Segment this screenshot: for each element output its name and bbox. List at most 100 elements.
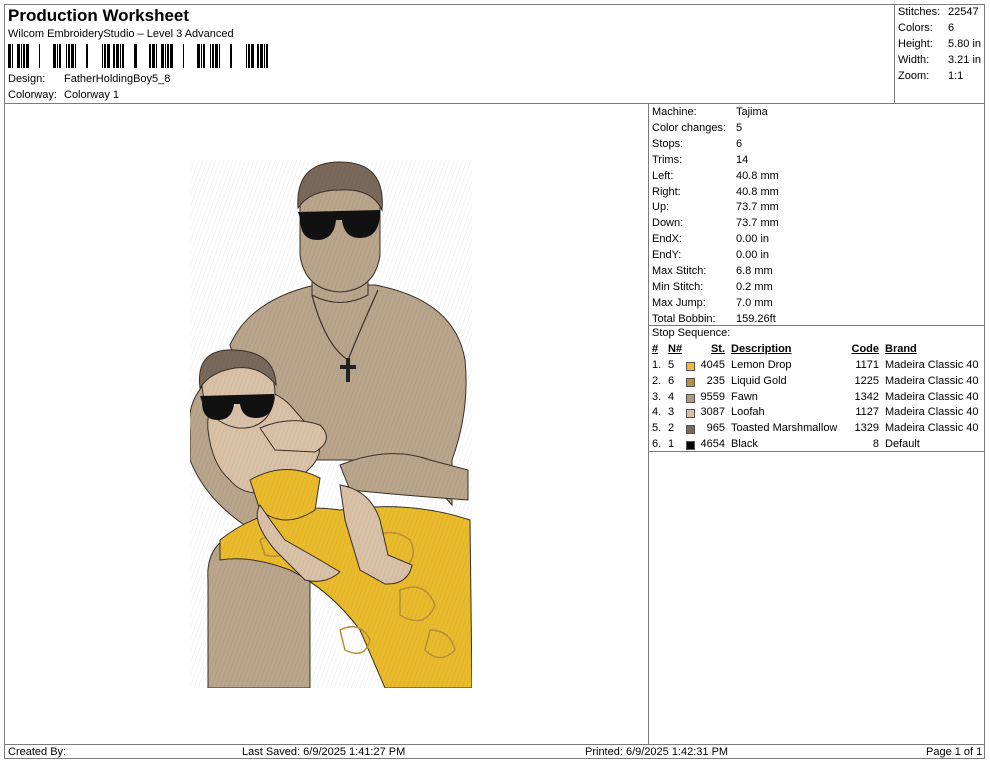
- color-swatch: [686, 409, 695, 419]
- embroidery-design-preview: [190, 160, 472, 688]
- summary-divider: [894, 5, 895, 103]
- machine-info-value: 6: [736, 137, 743, 150]
- summary-label: Height:: [898, 38, 933, 50]
- thread-description: Fawn: [731, 390, 758, 403]
- machine-info-label: Up:: [652, 201, 670, 214]
- summary-label: Stitches:: [898, 6, 941, 18]
- machine-info-value: 6.8 mm: [736, 265, 773, 277]
- header-divider: [5, 103, 985, 104]
- machine-info-value: 0.2 mm: [736, 280, 773, 293]
- thread-code: 8: [872, 438, 879, 450]
- page-title: Production Worksheet: [8, 6, 190, 25]
- thread-brand: Madeira Classic 40: [885, 406, 979, 419]
- machine-info-label: Total Bobbin:: [652, 312, 716, 325]
- created-by: Created By:: [8, 746, 67, 758]
- color-swatch: [686, 425, 695, 435]
- machine-info-value: 7.0 mm: [736, 296, 773, 309]
- machine-info-value: 159.26ft: [736, 312, 776, 325]
- thread-brand: Madeira Classic 40: [885, 359, 979, 371]
- stitch-count: 4654: [700, 438, 725, 450]
- summary-label: Zoom:: [898, 70, 930, 82]
- design-info-divider: [648, 103, 649, 744]
- col-header-code: Code: [851, 343, 880, 355]
- stop-sequence-title: Stop Sequence:: [652, 327, 731, 339]
- stop-index: 3.: [652, 390, 662, 403]
- machine-info-value: 0.00 in: [736, 249, 770, 262]
- stop-index: 4.: [652, 406, 662, 419]
- stop-index: 2.: [652, 374, 662, 387]
- machine-info-value: 14: [736, 153, 749, 166]
- col-header-brand: Brand: [885, 343, 917, 355]
- summary-label: Width:: [898, 54, 930, 66]
- machine-info-value: 40.8 mm: [736, 169, 779, 182]
- machine-info-label: Right:: [652, 185, 681, 198]
- thread-brand: Madeira Classic 40: [885, 374, 979, 387]
- col-header-number: #: [652, 343, 659, 355]
- summary-value: 22547: [948, 6, 979, 18]
- machine-info-value: 73.7 mm: [736, 217, 779, 230]
- needle-number: 2: [668, 422, 675, 435]
- machine-info-label: Stops:: [652, 137, 684, 150]
- stitch-count: 9559: [700, 390, 725, 403]
- machine-info-label: EndX:: [652, 233, 682, 246]
- thread-description: Toasted Marshmallow: [731, 422, 838, 435]
- thread-brand: Madeira Classic 40: [885, 422, 979, 435]
- machine-info-label: Machine:: [652, 106, 697, 118]
- footer-divider: [5, 744, 985, 745]
- stitch-count: 4045: [700, 359, 725, 371]
- thread-description: Black: [731, 438, 758, 450]
- machine-info-label: Max Stitch:: [652, 265, 707, 277]
- machine-info-value: 0.00 in: [736, 233, 770, 246]
- machine-info-value: 73.7 mm: [736, 201, 779, 214]
- thread-brand: Madeira Classic 40: [885, 390, 979, 403]
- colorway-value: Colorway 1: [64, 89, 120, 101]
- page-number: Page 1 of 1: [926, 746, 983, 758]
- thread-code: 1225: [854, 374, 879, 387]
- barcode: [8, 44, 268, 68]
- colorway-label: Colorway:: [8, 89, 57, 101]
- needle-number: 6: [668, 374, 675, 387]
- stitch-count: 3087: [700, 406, 725, 419]
- thread-code: 1329: [854, 422, 879, 435]
- summary-value: 3.21 in: [948, 54, 982, 66]
- col-header-stitches: St.: [710, 343, 725, 355]
- needle-number: 4: [668, 390, 675, 403]
- col-header-description: Description: [731, 343, 792, 355]
- stitch-count: 965: [706, 422, 725, 435]
- color-swatch: [686, 362, 695, 371]
- machine-info-value: 40.8 mm: [736, 185, 779, 198]
- printed-date: Printed: 6/9/2025 1:42:31 PM: [585, 746, 729, 758]
- color-swatch: [686, 377, 695, 387]
- last-saved: Last Saved: 6/9/2025 1:41:27 PM: [242, 746, 406, 758]
- thread-description: Loofah: [731, 406, 765, 419]
- color-swatch: [686, 441, 695, 450]
- machine-info-label: Color changes:: [652, 121, 726, 134]
- needle-number: 1: [668, 438, 675, 450]
- stop-table-bottom: [648, 451, 985, 452]
- machine-info-label: Min Stitch:: [652, 280, 704, 293]
- thread-description: Lemon Drop: [731, 359, 792, 371]
- machine-info-label: Max Jump:: [652, 296, 706, 309]
- software-name: Wilcom EmbroideryStudio – Level 3 Advanc…: [8, 28, 234, 40]
- stop-index: 5.: [652, 422, 662, 435]
- thread-code: 1342: [854, 390, 879, 403]
- machine-info-label: Trims:: [652, 153, 683, 166]
- machine-info-label: Left:: [652, 169, 674, 182]
- summary-value: 1:1: [948, 70, 964, 82]
- machine-info-value: 5: [736, 121, 743, 134]
- worksheet-frame: [4, 4, 985, 759]
- design-value: FatherHoldingBoy5_8: [64, 73, 171, 85]
- stop-index: 1.: [652, 359, 662, 371]
- summary-value: 5.80 in: [948, 38, 982, 50]
- needle-number: 3: [668, 406, 675, 419]
- needle-number: 5: [668, 359, 675, 371]
- stop-index: 6.: [652, 438, 662, 450]
- stop-sequence-divider: [648, 325, 985, 326]
- col-header-needle: N#: [668, 343, 683, 355]
- machine-info-value: Tajima: [736, 106, 768, 118]
- machine-info-label: Down:: [652, 217, 684, 230]
- design-label: Design:: [8, 73, 46, 85]
- stitch-count: 235: [706, 374, 725, 387]
- thread-description: Liquid Gold: [731, 374, 787, 387]
- thread-code: 1171: [855, 359, 879, 371]
